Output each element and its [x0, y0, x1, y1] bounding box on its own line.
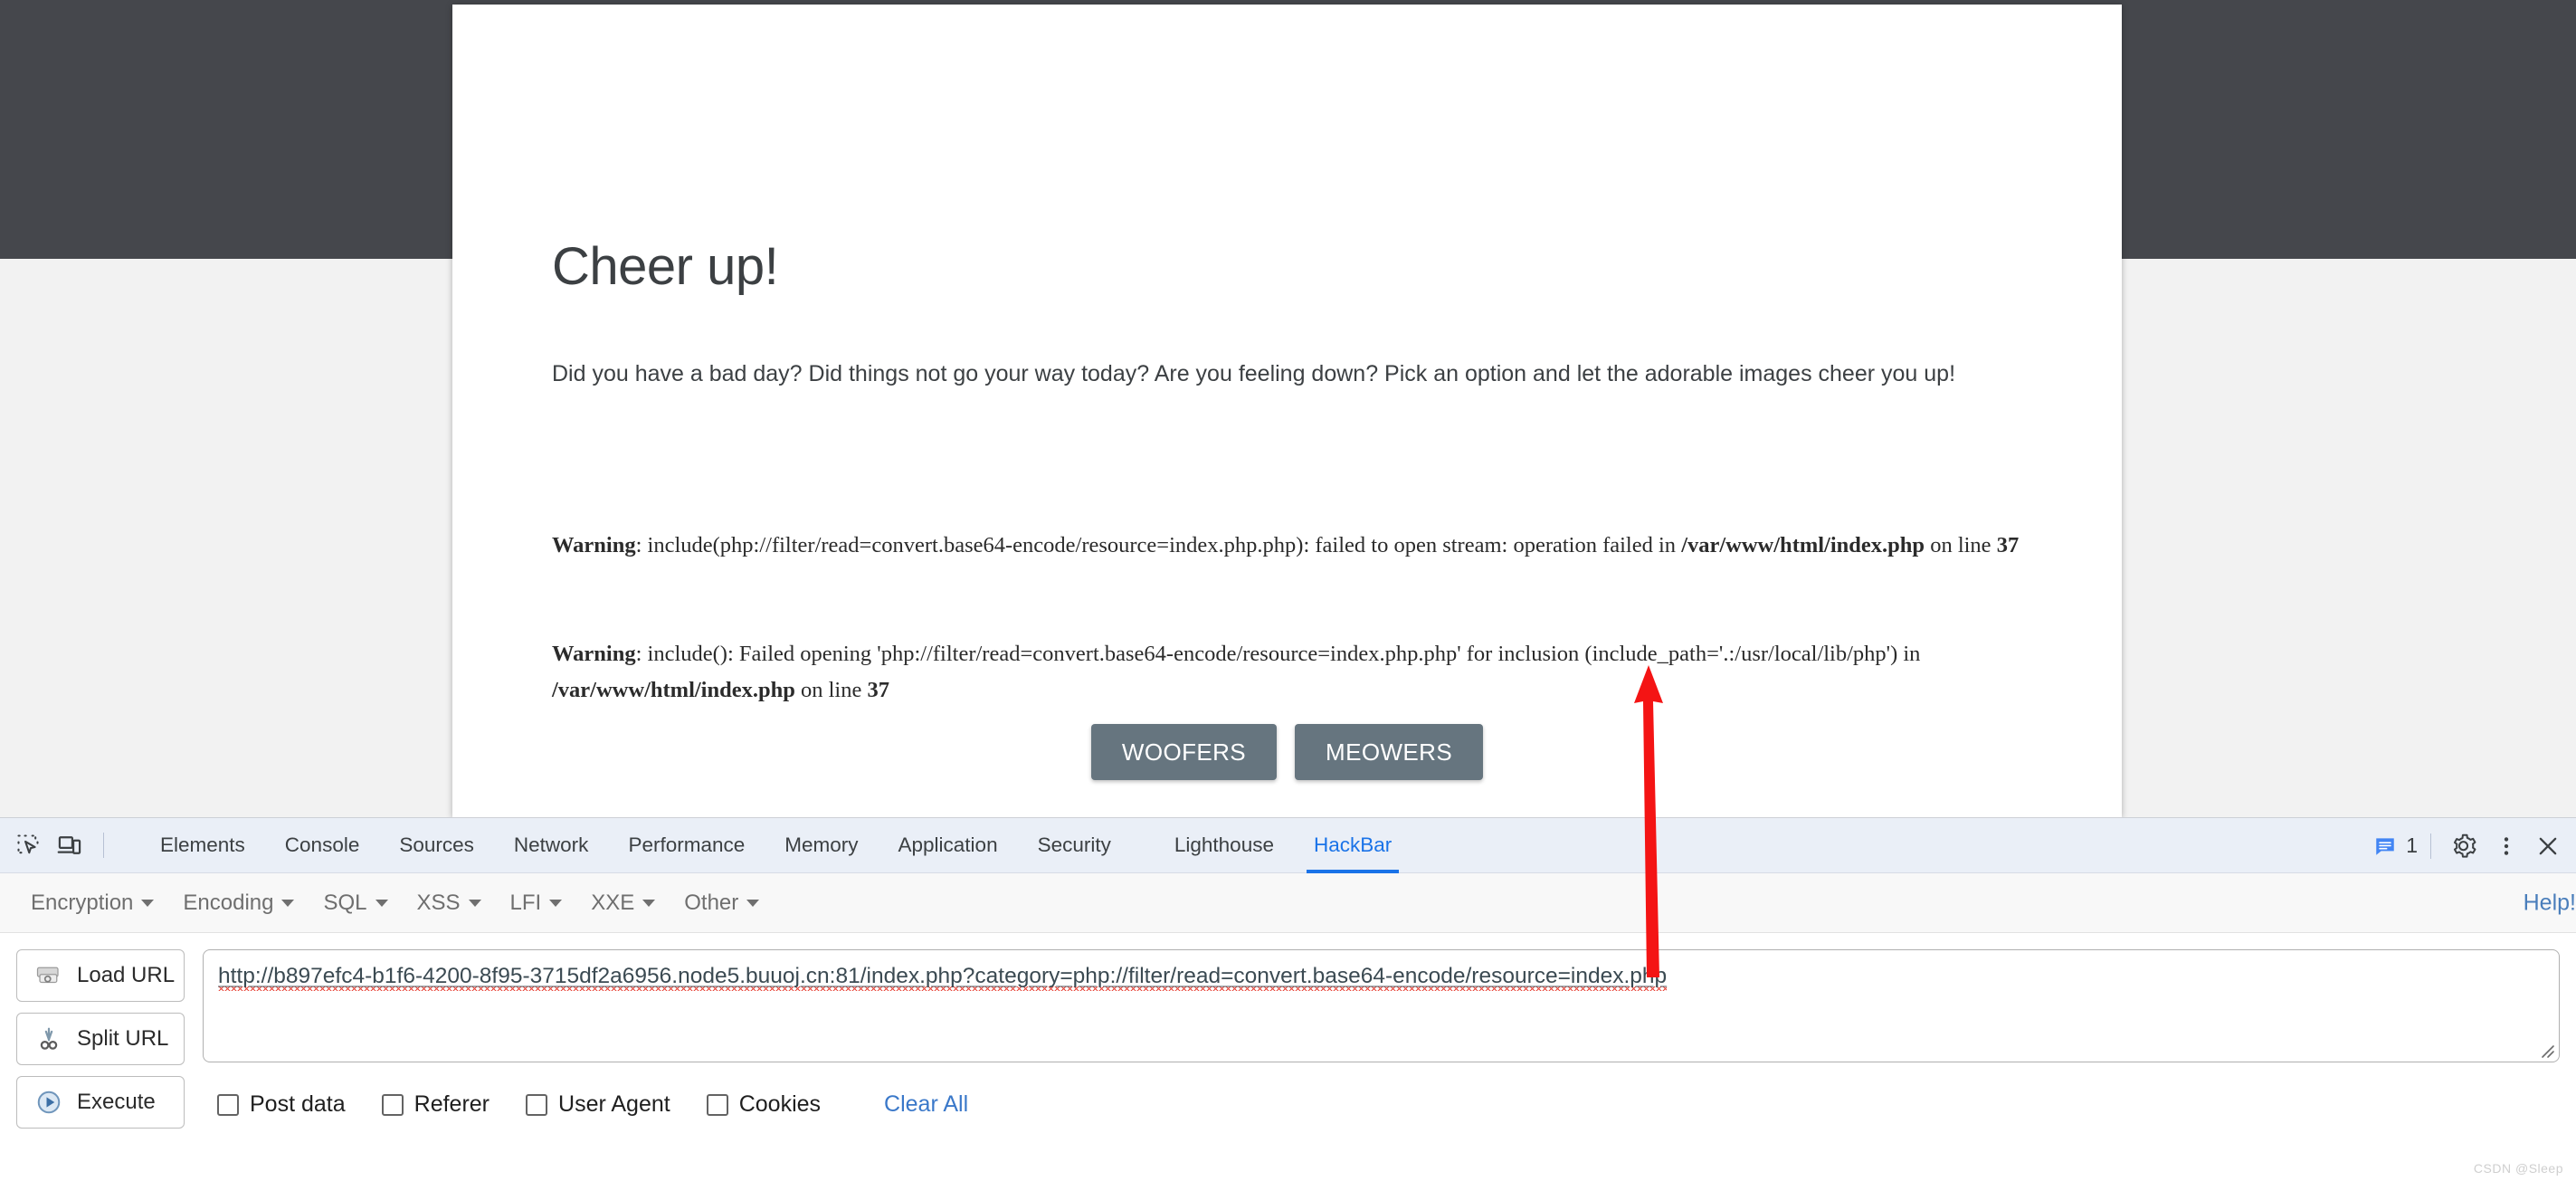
referer-label: Referer: [413, 1091, 490, 1117]
tab-hackbar[interactable]: HackBar: [1294, 818, 1412, 873]
menu-encoding[interactable]: Encoding: [168, 885, 309, 921]
cheer-button-row: WOOFERS MEOWERS: [452, 724, 2122, 780]
split-url-label: Split URL: [77, 1026, 169, 1051]
tab-application[interactable]: Application: [879, 818, 1018, 873]
devtools-panel: Elements Console Sources Network Perform…: [0, 817, 2576, 1181]
menu-other-label: Other: [684, 890, 739, 915]
user-agent-checkbox[interactable]: User Agent: [526, 1091, 670, 1118]
tab-console[interactable]: Console: [265, 818, 380, 873]
url-input-value: http://b897efc4-b1f6-4200-8f95-3715df2a6…: [218, 964, 1668, 991]
menu-lfi-label: LFI: [509, 890, 542, 915]
device-toolbar-icon[interactable]: [49, 824, 90, 866]
tab-lighthouse[interactable]: Lighthouse: [1155, 818, 1294, 873]
menu-encryption-label: Encryption: [31, 890, 134, 915]
user-agent-label: User Agent: [558, 1091, 670, 1117]
checkbox-box[interactable]: [526, 1093, 548, 1116]
hackbar-panel: Encryption Encoding SQL XSS LFI XXE Othe…: [0, 873, 2576, 1181]
woofers-button[interactable]: WOOFERS: [1090, 724, 1278, 780]
page-content-card: Cheer up! Did you have a bad day? Did th…: [452, 5, 2122, 817]
referer-checkbox[interactable]: Referer: [381, 1091, 490, 1118]
hackbar-action-buttons: Load URL Split URL Execute: [16, 949, 185, 1129]
load-url-icon: [36, 967, 59, 984]
tab-elements[interactable]: Elements: [140, 818, 265, 873]
devtools-tabbar: Elements Console Sources Network Perform…: [0, 818, 2576, 873]
php-warning-2: Warning: include(): Failed opening 'php:…: [552, 636, 2036, 709]
menu-xss-label: XSS: [416, 890, 461, 915]
php-warning-1: Warning: include(php://filter/read=conve…: [552, 528, 2036, 564]
warning-label-1: Warning: [552, 533, 636, 557]
warning-path-1: /var/www/html/index.php: [1681, 533, 1925, 557]
message-count: 1: [2406, 833, 2418, 857]
execute-button[interactable]: Execute: [16, 1076, 185, 1129]
split-url-button[interactable]: Split URL: [16, 1013, 185, 1065]
checkbox-box[interactable]: [706, 1093, 728, 1116]
watermark: CSDN @Sleep: [2473, 1161, 2563, 1176]
page-title: Cheer up!: [552, 237, 779, 296]
tab-security[interactable]: Security: [1018, 818, 1131, 873]
menu-xss[interactable]: XSS: [403, 885, 496, 921]
chevron-down-icon: [375, 899, 388, 907]
chevron-down-icon: [281, 899, 295, 907]
chevron-down-icon: [549, 899, 563, 907]
split-url-scissors-icon: [40, 1027, 58, 1050]
devtools-toolbar-right: 1: [2373, 818, 2576, 873]
menu-lfi[interactable]: LFI: [496, 885, 577, 921]
cookies-checkbox[interactable]: Cookies: [706, 1091, 822, 1118]
warning-line-2: 37: [867, 678, 890, 702]
warning-line-1: 37: [1996, 533, 2020, 557]
tab-network[interactable]: Network: [494, 818, 609, 873]
checkbox-box[interactable]: [217, 1093, 239, 1116]
textarea-resize-handle[interactable]: [2535, 1039, 2555, 1059]
warning-text-1a: : include(php://filter/read=convert.base…: [635, 533, 1682, 557]
toolbar-divider-right: [2430, 833, 2431, 859]
execute-label: Execute: [77, 1090, 156, 1114]
close-icon[interactable]: [2527, 825, 2569, 867]
tab-sources[interactable]: Sources: [379, 818, 494, 873]
load-url-label: Load URL: [77, 963, 176, 987]
hackbar-options-row: Post data Referer User Agent Cookies Cle…: [217, 1091, 968, 1118]
tab-performance[interactable]: Performance: [608, 818, 765, 873]
more-options-icon[interactable]: [2486, 825, 2527, 867]
messages-icon: [2376, 837, 2394, 855]
clear-all-link[interactable]: Clear All: [884, 1091, 968, 1118]
messages-button[interactable]: 1: [2373, 833, 2418, 858]
devtools-tab-list: Elements Console Sources Network Perform…: [117, 818, 1412, 873]
warning-text-2a: : include(): Failed opening 'php://filte…: [635, 642, 1921, 666]
page-description: Did you have a bad day? Did things not g…: [552, 361, 1956, 386]
gear-icon[interactable]: [2444, 825, 2486, 867]
menu-sql[interactable]: SQL: [309, 885, 402, 921]
meowers-button[interactable]: MEOWERS: [1295, 724, 1484, 780]
menu-other[interactable]: Other: [670, 885, 774, 921]
menu-encryption[interactable]: Encryption: [16, 885, 168, 921]
menu-xxe-label: XXE: [591, 890, 635, 915]
menu-sql-label: SQL: [323, 890, 367, 915]
hackbar-body: Load URL Split URL Execute http://b897ef…: [0, 933, 2576, 1181]
chevron-down-icon: [746, 899, 760, 907]
chevron-down-icon: [468, 899, 481, 907]
chevron-down-icon: [642, 899, 656, 907]
load-url-button[interactable]: Load URL: [16, 949, 185, 1002]
execute-play-icon: [37, 1091, 61, 1114]
url-input[interactable]: http://b897efc4-b1f6-4200-8f95-3715df2a6…: [203, 949, 2560, 1062]
warning-path-2: /var/www/html/index.php: [552, 678, 795, 702]
hackbar-menubar: Encryption Encoding SQL XSS LFI XXE Othe…: [0, 873, 2576, 933]
menu-encoding-label: Encoding: [183, 890, 274, 915]
post-data-checkbox[interactable]: Post data: [217, 1091, 346, 1118]
inspect-element-icon[interactable]: [7, 824, 49, 866]
post-data-label: Post data: [250, 1091, 346, 1117]
checkbox-box[interactable]: [381, 1093, 404, 1116]
warning-label-2: Warning: [552, 642, 636, 666]
chevron-down-icon: [141, 899, 155, 907]
help-link[interactable]: Help!: [2524, 890, 2576, 916]
warning-text-2b: on line: [794, 678, 868, 702]
screenshot-root: Cheer up! Did you have a bad day? Did th…: [0, 0, 2576, 1181]
browser-viewport: Cheer up! Did you have a bad day? Did th…: [0, 0, 2576, 817]
menu-xxe[interactable]: XXE: [576, 885, 670, 921]
warning-text-1b: on line: [1925, 533, 1997, 557]
tab-memory[interactable]: Memory: [765, 818, 878, 873]
cookies-label: Cookies: [738, 1091, 822, 1117]
toolbar-divider: [103, 833, 104, 858]
